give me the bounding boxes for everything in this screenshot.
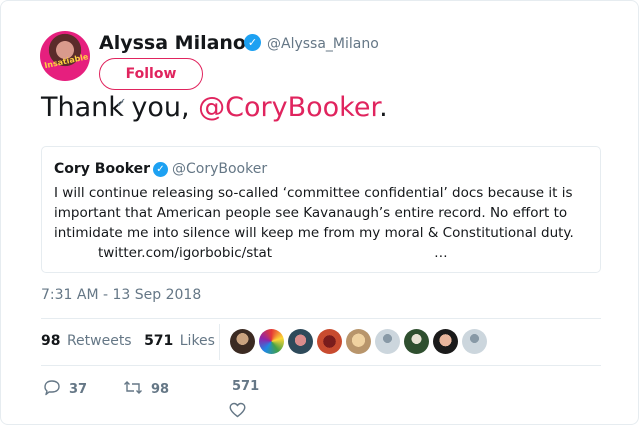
liker-avatar[interactable] [259,329,284,354]
liker-avatar[interactable] [375,329,400,354]
retweet-icon [124,381,142,394]
like-count-action[interactable]: 571 [232,379,259,394]
liker-avatar[interactable] [433,329,458,354]
likes-count[interactable]: 571 [144,333,173,349]
retweets-label[interactable]: Retweets [67,333,132,349]
tweet-card: Insatiable Alyssa Milano ✓ @Alyssa_Milan… [0,0,639,425]
liker-avatar[interactable] [346,329,371,354]
liker-avatar[interactable] [462,329,487,354]
author-avatar[interactable]: Insatiable [40,31,90,81]
reply-action[interactable]: 37 [43,379,87,397]
divider-bottom [41,365,601,366]
divider-top [41,318,601,319]
tweet-text-start: Thank [41,92,124,123]
liker-avatar[interactable] [230,329,255,354]
quoted-tweet-ellipsis: … [434,245,448,261]
heart-icon [229,402,246,418]
quoted-tweet-link[interactable]: twitter.com/igorbobic/stat [98,245,272,261]
mention-link[interactable]: @CoryBooker [198,92,379,123]
quoted-verified-badge-icon: ✓ [153,162,168,177]
avatar-logo-text: Insatiable [43,52,90,71]
quoted-tweet-text: I will continue releasing so-called ‘com… [54,185,574,241]
retweet-count: 98 [151,382,170,397]
reply-icon [44,380,60,396]
likes-label[interactable]: Likes [180,333,215,349]
quoted-tweet[interactable]: Cory Booker ✓ @CoryBooker I will continu… [41,146,601,273]
reply-count: 37 [69,382,88,397]
follow-button[interactable]: Follow [99,58,203,90]
quoted-tweet-body: I will continue releasing so-called ‘com… [54,183,590,263]
retweet-action[interactable]: 98 [123,379,169,397]
quoted-author-handle[interactable]: @CoryBooker [172,161,267,177]
liker-avatar[interactable] [288,329,313,354]
tweet-text-middle: you, [122,92,199,123]
tweet-timestamp[interactable]: 7:31 AM - 13 Sep 2018 [41,287,201,303]
author-handle[interactable]: @Alyssa_Milano [267,36,379,52]
liker-avatar[interactable] [317,329,342,354]
stats-separator [219,324,220,360]
verified-badge-icon: ✓ [244,34,261,51]
like-action[interactable] [229,402,246,422]
liker-avatar[interactable] [404,329,429,354]
engagement-stats: 98 Retweets 571 Likes [41,333,215,349]
retweets-count[interactable]: 98 [41,333,60,349]
checkmark-icon: ✓ [115,96,127,111]
quoted-author-name[interactable]: Cory Booker [54,161,150,177]
author-name[interactable]: Alyssa Milano [99,32,246,54]
like-count: 571 [232,379,260,394]
tweet-text-end: . [379,92,388,123]
tweet-text: Thank✓ you, @CoryBooker. [41,92,388,123]
